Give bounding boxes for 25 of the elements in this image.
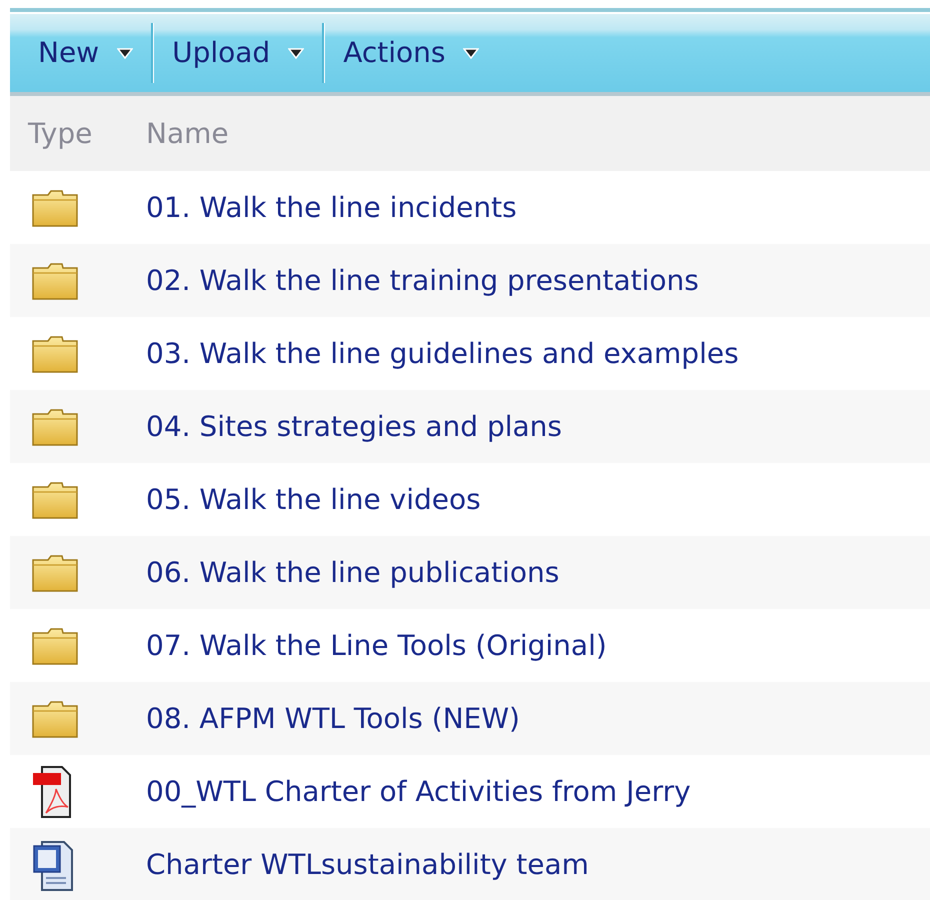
item-link[interactable]: 00_WTL Charter of Activities from Jerry (146, 770, 691, 812)
toolbar-menu-button[interactable]: Actions (337, 28, 486, 78)
folder-icon (32, 334, 78, 372)
item-link[interactable]: 04. Sites strategies and plans (146, 406, 562, 448)
item-link[interactable]: 05. Walk the line videos (146, 478, 481, 520)
item-link[interactable]: 08. AFPM WTL Tools (NEW) (146, 698, 520, 740)
toolbar-menu-button[interactable]: New (32, 28, 140, 78)
item-link[interactable]: 02. Walk the line training presentations (146, 260, 699, 302)
toolbar-menu-button[interactable]: Upload (166, 28, 310, 78)
item-link[interactable]: 03. Walk the line guidelines and examples (146, 332, 739, 374)
item-link[interactable]: 06. Walk the line publications (146, 552, 560, 594)
folder-icon (32, 408, 78, 446)
item-link[interactable]: Charter WTLsustainability team (146, 844, 589, 886)
folder-icon (32, 480, 78, 518)
folder-icon (32, 700, 78, 738)
item-link[interactable]: 07. Walk the Line Tools (Original) (146, 624, 607, 666)
folder-icon (32, 626, 78, 664)
folder-icon (32, 188, 78, 226)
dropdown-caret-icon (463, 47, 480, 59)
item-link[interactable]: 01. Walk the line incidents (146, 186, 517, 228)
pdf-file-icon (32, 764, 72, 818)
folder-icon (32, 554, 78, 592)
folder-icon (32, 262, 78, 300)
dropdown-caret-icon (117, 47, 134, 59)
dropdown-caret-icon (288, 47, 304, 59)
